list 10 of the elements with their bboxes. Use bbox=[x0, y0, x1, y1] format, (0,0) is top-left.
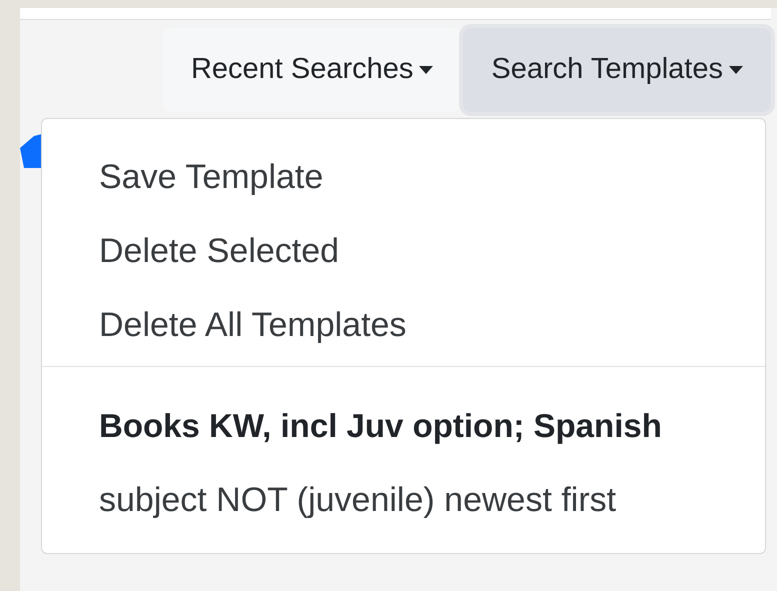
template-item[interactable]: Books KW, incl Juv option; Spanish subject NOT (juvenile) newest first bbox=[42, 389, 765, 537]
menu-button[interactable]: Search Templates bbox=[463, 28, 771, 112]
caret-icon bbox=[419, 66, 434, 74]
menu-item[interactable]: Delete Selected bbox=[42, 214, 765, 288]
caret-icon bbox=[729, 66, 743, 74]
menu-item[interactable]: Delete All Templates bbox=[42, 288, 765, 362]
menu-button[interactable]: Recent Searches bbox=[162, 28, 462, 112]
template-name: Books KW, incl Juv option; Spanish bbox=[99, 406, 663, 446]
menu-item[interactable]: Save Template bbox=[42, 140, 765, 214]
template-description: subject NOT (juvenile) newest first bbox=[99, 480, 618, 520]
